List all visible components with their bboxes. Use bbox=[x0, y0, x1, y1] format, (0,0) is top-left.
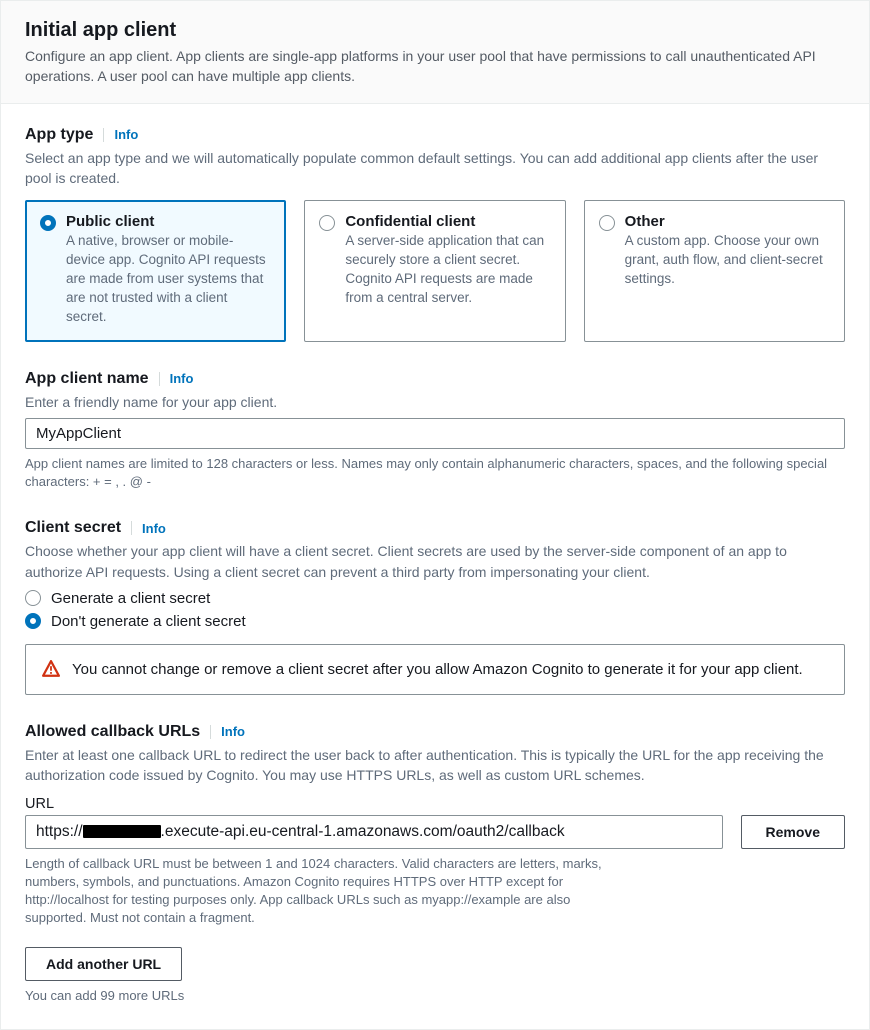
app-type-title-row: App type Info bbox=[25, 126, 845, 144]
info-link-client-secret[interactable]: Info bbox=[142, 521, 166, 536]
info-link-app-type[interactable]: Info bbox=[114, 127, 138, 142]
radio-icon bbox=[25, 590, 41, 606]
client-secret-title-row: Client secret Info bbox=[25, 519, 845, 537]
radio-other[interactable] bbox=[599, 215, 615, 231]
tile-public-client[interactable]: Public client A native, browser or mobil… bbox=[25, 200, 286, 341]
tile-title: Public client bbox=[66, 213, 271, 230]
client-name-subtext: Enter a friendly name for your app clien… bbox=[25, 392, 845, 412]
callback-url-input[interactable]: https://.execute-api.eu-central-1.amazon… bbox=[25, 815, 723, 849]
section-title-client-name: App client name bbox=[25, 370, 149, 388]
info-link-callback[interactable]: Info bbox=[221, 724, 245, 739]
tile-desc: A custom app. Choose your own grant, aut… bbox=[625, 232, 830, 289]
radio-generate-secret[interactable]: Generate a client secret bbox=[25, 590, 845, 607]
client-name-input[interactable] bbox=[25, 418, 845, 449]
tile-title: Confidential client bbox=[345, 213, 550, 230]
panel-body: App type Info Select an app type and we … bbox=[1, 104, 869, 1030]
warning-text: You cannot change or remove a client sec… bbox=[72, 659, 803, 680]
client-secret-warning: You cannot change or remove a client sec… bbox=[25, 644, 845, 695]
radio-dont-generate-secret[interactable]: Don't generate a client secret bbox=[25, 613, 845, 630]
divider bbox=[103, 128, 104, 142]
section-title-callback: Allowed callback URLs bbox=[25, 723, 200, 741]
radio-label: Don't generate a client secret bbox=[51, 613, 246, 630]
callback-help: Length of callback URL must be between 1… bbox=[25, 855, 625, 928]
tile-desc: A server-side application that can secur… bbox=[345, 232, 550, 308]
add-url-button[interactable]: Add another URL bbox=[25, 947, 182, 981]
divider bbox=[159, 372, 160, 386]
tile-confidential-client[interactable]: Confidential client A server-side applic… bbox=[304, 200, 565, 341]
info-link-client-name[interactable]: Info bbox=[170, 371, 194, 386]
tile-other[interactable]: Other A custom app. Choose your own gran… bbox=[584, 200, 845, 341]
radio-confidential-client[interactable] bbox=[319, 215, 335, 231]
section-title-app-type: App type bbox=[25, 126, 93, 144]
radio-icon bbox=[25, 613, 41, 629]
callback-footer: You can add 99 more URLs bbox=[25, 987, 845, 1005]
tile-title: Other bbox=[625, 213, 830, 230]
remove-url-button[interactable]: Remove bbox=[741, 815, 845, 849]
section-title-client-secret: Client secret bbox=[25, 519, 121, 537]
app-type-subtext: Select an app type and we will automatic… bbox=[25, 148, 845, 189]
panel-header: Initial app client Configure an app clie… bbox=[1, 1, 869, 104]
url-row: https://.execute-api.eu-central-1.amazon… bbox=[25, 815, 845, 928]
warning-icon bbox=[42, 660, 60, 678]
client-name-help: App client names are limited to 128 char… bbox=[25, 455, 845, 491]
redacted-domain bbox=[83, 825, 161, 838]
client-secret-subtext: Choose whether your app client will have… bbox=[25, 541, 845, 582]
divider bbox=[210, 725, 211, 739]
app-type-options: Public client A native, browser or mobil… bbox=[25, 200, 845, 341]
app-client-panel: Initial app client Configure an app clie… bbox=[0, 0, 870, 1030]
divider bbox=[131, 521, 132, 535]
callback-title-row: Allowed callback URLs Info bbox=[25, 723, 845, 741]
radio-label: Generate a client secret bbox=[51, 590, 210, 607]
callback-subtext: Enter at least one callback URL to redir… bbox=[25, 745, 845, 786]
url-field-label: URL bbox=[25, 796, 845, 812]
tile-desc: A native, browser or mobile-device app. … bbox=[66, 232, 271, 326]
page-subtitle: Configure an app client. App clients are… bbox=[25, 46, 845, 87]
page-title: Initial app client bbox=[25, 19, 845, 42]
radio-public-client[interactable] bbox=[40, 215, 56, 231]
client-name-title-row: App client name Info bbox=[25, 370, 845, 388]
